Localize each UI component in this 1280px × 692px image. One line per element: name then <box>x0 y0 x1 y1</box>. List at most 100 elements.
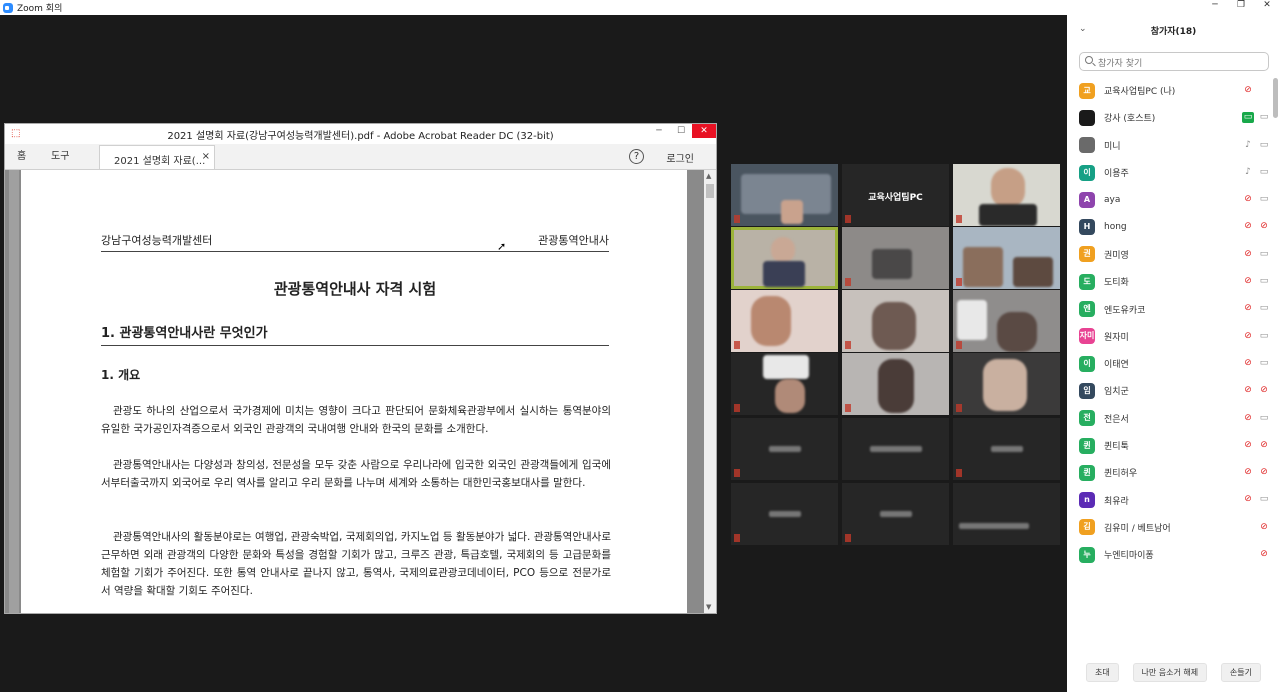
participant-search-input[interactable]: 참가자 찾기 <box>1079 52 1269 71</box>
participant-row[interactable]: 강사 (호스트) ▭ ▭ <box>1067 104 1280 131</box>
participant-row[interactable]: 이 이용주 ♪ ▭ <box>1067 159 1280 186</box>
camera-icon[interactable]: ▭ <box>1258 249 1270 260</box>
pdf-page: 강남구여성능력개발센터 관광통역안내사 ➚ 관광통역안내사 자격 시험 1. 관… <box>21 170 687 613</box>
video-tile[interactable] <box>731 483 838 545</box>
video-tile[interactable] <box>953 353 1060 415</box>
participant-row[interactable]: 권 권미영 ⊘ ▭ <box>1067 241 1280 268</box>
participant-row[interactable]: n 최유라 ⊘ ▭ <box>1067 486 1280 513</box>
camera-off-icon[interactable]: ⊘ <box>1258 221 1270 232</box>
camera-off-icon[interactable]: ⊘ <box>1258 385 1270 396</box>
mic-muted-icon[interactable]: ⊘ <box>1243 331 1253 342</box>
participant-row[interactable]: 이 이태연 ⊘ ▭ <box>1067 350 1280 377</box>
participant-avatar: 김 <box>1079 519 1095 536</box>
mic-muted-icon[interactable]: ⊘ <box>1243 385 1253 396</box>
camera-icon[interactable]: ▭ <box>1258 140 1270 151</box>
tab-document[interactable]: 2021 설명회 자료(... × <box>99 145 215 169</box>
scroll-thumb[interactable] <box>706 184 714 198</box>
mic-muted-icon[interactable]: ⊘ <box>1243 358 1253 369</box>
participant-row[interactable]: 도 도티화 ⊘ ▭ <box>1067 268 1280 295</box>
video-tile[interactable] <box>842 418 949 480</box>
invite-button[interactable]: 초대 <box>1086 663 1119 682</box>
video-tile[interactable] <box>842 227 949 289</box>
acrobat-window[interactable]: ⬚ 2021 설명회 자료(강남구여성능력개발센터).pdf - Adobe A… <box>4 123 717 614</box>
camera-icon[interactable]: ▭ <box>1258 413 1270 424</box>
camera-off-icon[interactable]: ⊘ <box>1258 549 1270 560</box>
tab-tools[interactable]: 도구 <box>39 147 73 169</box>
video-tile[interactable] <box>953 227 1060 289</box>
camera-off-icon[interactable]: ⊘ <box>1258 467 1270 478</box>
video-tile[interactable] <box>953 483 1060 545</box>
video-tile[interactable] <box>731 418 838 480</box>
mic-muted-icon[interactable]: ⊘ <box>1243 276 1253 287</box>
camera-icon[interactable]: ▭ <box>1258 276 1270 287</box>
video-tile-active-speaker[interactable] <box>731 227 838 289</box>
participant-avatar: A <box>1079 191 1095 208</box>
camera-icon[interactable]: ▭ <box>1258 358 1270 369</box>
panel-restore-button[interactable]: ❐ <box>1228 0 1254 15</box>
participant-row[interactable]: Aaya ⊘ ▭ <box>1067 186 1280 213</box>
tab-close-icon[interactable]: × <box>202 151 210 162</box>
mic-muted-icon[interactable]: ⊘ <box>1243 467 1253 478</box>
panel-close-button[interactable]: ✕ <box>1254 0 1280 15</box>
mic-muted-icon[interactable]: ⊘ <box>1243 413 1253 424</box>
video-tile[interactable] <box>953 418 1060 480</box>
video-tile[interactable] <box>953 164 1060 226</box>
mic-muted-icon[interactable]: ⊘ <box>1243 494 1253 505</box>
camera-off-icon[interactable]: ⊘ <box>1258 522 1270 533</box>
participant-list-scrollbar[interactable] <box>1273 78 1278 118</box>
mic-muted-icon[interactable]: ⊘ <box>1243 249 1253 260</box>
maximize-button[interactable]: ☐ <box>670 124 692 138</box>
participant-name: 권미영 <box>1104 250 1129 261</box>
acrobat-titlebar[interactable]: ⬚ 2021 설명회 자료(강남구여성능력개발센터).pdf - Adobe A… <box>5 124 716 144</box>
participant-avatar: H <box>1079 219 1095 236</box>
video-tile[interactable] <box>842 483 949 545</box>
close-button[interactable]: ✕ <box>692 124 716 138</box>
participant-row[interactable]: 미니 ♪ ▭ <box>1067 132 1280 159</box>
mic-muted-icon[interactable]: ⊘ <box>1243 440 1253 451</box>
video-icon[interactable]: ▭ <box>1258 112 1270 123</box>
camera-icon[interactable]: ▭ <box>1258 167 1270 178</box>
participant-row[interactable]: 임 임치군 ⊘ ⊘ <box>1067 377 1280 404</box>
acrobat-scrollbar[interactable]: ▲ ▼ <box>704 170 716 613</box>
mic-icon[interactable]: ♪ <box>1243 140 1253 151</box>
tab-home[interactable]: 홈 <box>5 147 39 169</box>
scroll-up-icon[interactable]: ▲ <box>706 172 711 180</box>
participant-row[interactable]: 자미 원자미 ⊘ ▭ <box>1067 323 1280 350</box>
mic-muted-icon[interactable]: ⊘ <box>1243 85 1253 96</box>
login-button[interactable]: 로그인 <box>666 150 694 165</box>
camera-icon[interactable]: ▭ <box>1258 303 1270 314</box>
raise-hand-button[interactable]: 손들기 <box>1220 663 1261 682</box>
participant-name: 퀸티툭 <box>1104 442 1129 452</box>
video-tile[interactable] <box>731 290 838 352</box>
camera-icon[interactable]: ▭ <box>1242 112 1254 124</box>
camera-icon[interactable]: ▭ <box>1258 494 1270 505</box>
participant-name: 퀸티허우 <box>1104 469 1138 480</box>
minimize-button[interactable]: ─ <box>648 124 670 138</box>
participant-row[interactable]: 누 누엔티마이퐁 ⊘ <box>1067 541 1280 568</box>
camera-icon[interactable]: ▭ <box>1258 331 1270 342</box>
zoom-app-icon <box>3 2 13 13</box>
scroll-down-icon[interactable]: ▼ <box>706 603 711 611</box>
mic-muted-icon[interactable]: ⊘ <box>1243 194 1253 205</box>
participant-row[interactable]: 퀸 퀸티허우 ⊘ ⊘ <box>1067 459 1280 486</box>
participant-row[interactable]: Hhong ⊘ ⊘ <box>1067 213 1280 240</box>
participant-row[interactable]: 퀸 퀸티툭 ⊘ ⊘ <box>1067 432 1280 459</box>
unmute-me-button[interactable]: 나만 음소거 해제 <box>1132 663 1208 682</box>
participant-row[interactable]: 전 전은서 ⊘ ▭ <box>1067 405 1280 432</box>
camera-off-icon[interactable]: ⊘ <box>1258 440 1270 451</box>
video-tile[interactable] <box>731 164 838 226</box>
mic-muted-icon[interactable]: ⊘ <box>1243 303 1253 314</box>
mic-icon[interactable]: ♪ <box>1243 167 1253 178</box>
video-tile[interactable] <box>842 353 949 415</box>
video-tile[interactable]: 교육사업팀PC <box>842 164 949 226</box>
participant-row[interactable]: 김 김유미 / 베트남어 ⊘ <box>1067 514 1280 541</box>
participant-row[interactable]: 엔 엔도유카코 ⊘ ▭ <box>1067 295 1280 322</box>
participant-row[interactable]: 교 교육사업팀PC (나) ⊘ <box>1067 77 1280 104</box>
video-tile[interactable] <box>731 353 838 415</box>
video-tile[interactable] <box>842 290 949 352</box>
help-icon[interactable]: ? <box>629 149 644 164</box>
video-tile[interactable] <box>953 290 1060 352</box>
panel-minimize-button[interactable]: ─ <box>1202 0 1228 15</box>
camera-icon[interactable]: ▭ <box>1258 194 1270 205</box>
mic-muted-icon[interactable]: ⊘ <box>1243 221 1253 232</box>
